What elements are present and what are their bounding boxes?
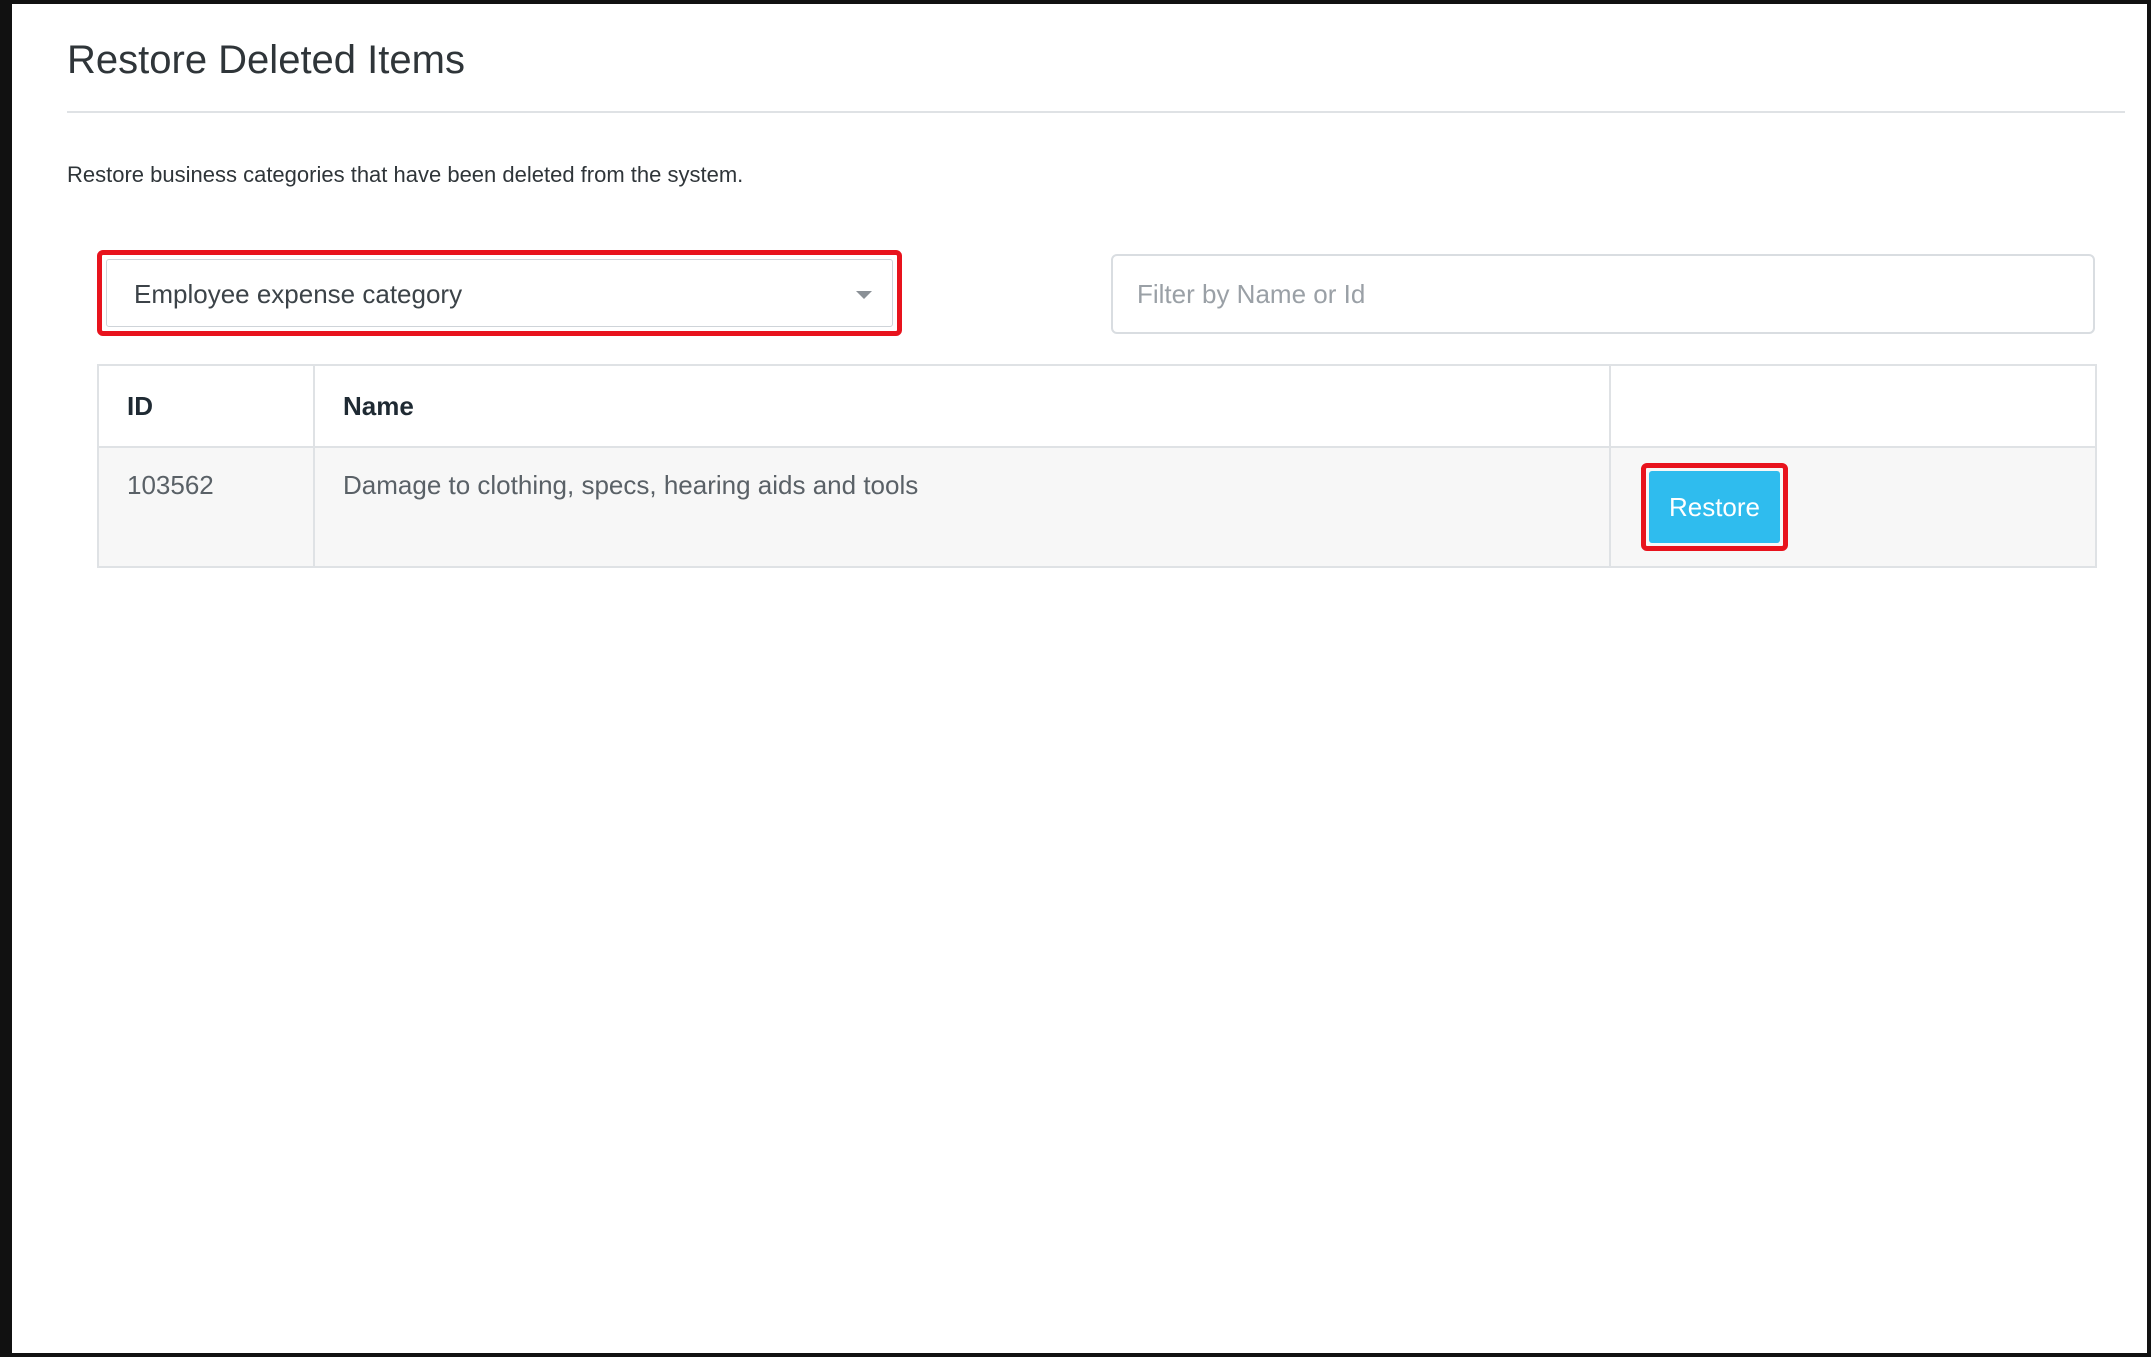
column-header-name: Name [313,364,1611,448]
window-frame: Restore Deleted Items Restore business c… [0,0,2151,1357]
column-header-id: ID [97,364,315,448]
column-header-action [1609,364,2097,448]
category-select-value: Employee expense category [134,279,463,309]
table-header-row: ID Name [97,364,2097,448]
table-row: 103562 Damage to clothing, specs, hearin… [97,446,2097,568]
restore-button[interactable]: Restore [1649,471,1780,543]
category-select[interactable]: Employee expense category [106,259,893,327]
row-name-cell: Damage to clothing, specs, hearing aids … [313,446,1611,568]
restore-button-highlight: Restore [1641,463,1788,551]
deleted-items-table: ID Name 103562 Damage to clothing, specs… [97,364,2097,568]
page-description: Restore business categories that have be… [67,162,744,187]
page-title: Restore Deleted Items [67,38,465,82]
category-select-highlight: Employee expense category [97,250,902,336]
filter-input[interactable] [1111,254,2095,334]
row-id-cell: 103562 [97,446,315,568]
row-action-cell: Restore [1609,446,2097,568]
title-divider [67,111,2125,113]
chevron-down-icon [856,291,872,299]
